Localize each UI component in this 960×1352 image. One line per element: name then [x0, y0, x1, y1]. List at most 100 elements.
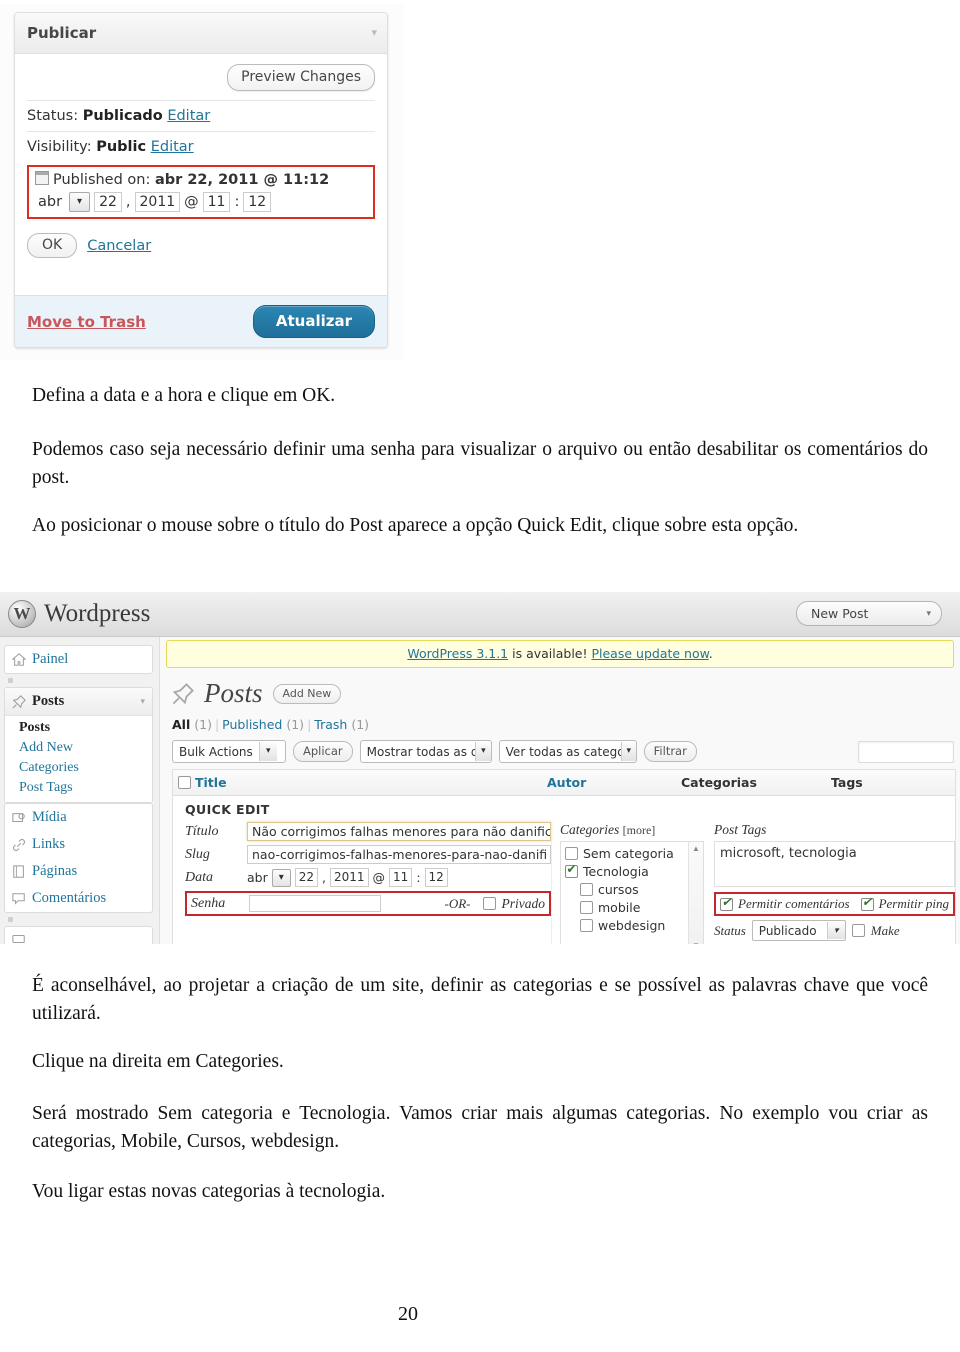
category-filter-select[interactable]: Ver todas as categoria ▾ — [498, 740, 637, 763]
preview-changes-button[interactable]: Preview Changes — [227, 63, 375, 91]
qe-date-year-input[interactable]: 2011 — [330, 868, 369, 887]
qe-date-month-select[interactable]: ▾ — [271, 868, 291, 887]
select-all-checkbox[interactable] — [173, 774, 195, 792]
category-item[interactable]: mobile — [580, 900, 687, 915]
private-checkbox[interactable] — [482, 897, 496, 910]
category-checkbox[interactable] — [580, 883, 593, 896]
column-header-tags[interactable]: Tags — [831, 775, 863, 790]
sticky-checkbox[interactable] — [851, 924, 865, 937]
password-input[interactable] — [249, 895, 381, 912]
quick-edit-columns: Título Não corrigimos falhas menores par… — [173, 822, 955, 944]
visibility-edit-link[interactable]: Editar — [151, 139, 194, 155]
date-field-label: Data — [185, 869, 213, 885]
filter-published-label[interactable]: Published — [222, 717, 282, 732]
date-filter-select[interactable]: Mostrar todas as da ▾ — [359, 740, 492, 763]
date-field-group: abr ▾ 22 , 2011 @ 11 : 12 — [247, 868, 448, 887]
sidebar-item-partial[interactable] — [4, 926, 153, 944]
quick-edit-left-column: Título Não corrigimos falhas menores par… — [173, 822, 551, 944]
qe-date-minute-input[interactable]: 12 — [424, 868, 448, 887]
categories-more-link[interactable]: [more] — [623, 823, 656, 837]
category-checkbox[interactable] — [565, 862, 578, 878]
paragraph-1: Defina a data e a hora e clique em OK. — [32, 385, 336, 406]
qe-date-hour-input[interactable]: 11 — [389, 868, 413, 887]
date-at-symbol: @ — [184, 194, 199, 210]
qe-date-day-input[interactable]: 22 — [294, 868, 319, 887]
date-month-select[interactable]: ▾ — [69, 192, 91, 212]
status-select[interactable]: Publicado ▾ — [751, 920, 846, 941]
comments-pings-highlight: Permitir comentários Permitir ping — [714, 892, 955, 916]
categories-label-wrap: Categories [more] — [560, 822, 704, 838]
date-hour-input[interactable]: 11 — [202, 192, 231, 212]
column-header-categorias[interactable]: Categorias — [681, 775, 831, 790]
submenu-item-posts[interactable]: Posts — [5, 718, 152, 738]
category-checkbox[interactable] — [580, 919, 593, 932]
submenu-item-add-new[interactable]: Add New — [5, 738, 152, 758]
submenu-item-categories[interactable]: Categories — [5, 758, 152, 778]
date-minute-input[interactable]: 12 — [243, 192, 272, 212]
password-field-label: Senha — [191, 895, 226, 911]
chevron-down-icon[interactable]: ▾ — [371, 13, 377, 53]
date-day-input[interactable]: 22 — [94, 192, 122, 212]
move-to-trash-link[interactable]: Move to Trash — [27, 313, 146, 331]
paragraph-6: Será mostrado Sem categoria e Tecnologia… — [32, 1103, 928, 1152]
category-item[interactable]: cursos — [580, 882, 687, 897]
wordpress-logo-text: Wordpress — [44, 600, 151, 627]
filter-button[interactable]: Filtrar — [643, 741, 697, 762]
field-row-date: Data abr ▾ 22 , 2011 @ 11: 12 — [185, 868, 551, 887]
status-edit-link[interactable]: Editar — [167, 108, 210, 124]
status-value: Publicado — [758, 923, 817, 938]
apply-button[interactable]: Aplicar — [293, 741, 353, 762]
quick-edit-categories-column: Categories [more] Sem categoria ✔ Tecnol… — [551, 822, 704, 944]
chevron-down-icon: ▾ — [258, 742, 277, 761]
sidebar-collapse-handle-2[interactable] — [8, 917, 13, 922]
private-label: Privado — [501, 895, 546, 911]
quick-edit-tags-column: Post Tags microsoft, tecnologia Permitir… — [704, 822, 955, 944]
filter-trash-label[interactable]: Trash — [314, 717, 347, 732]
sidebar-item-painel[interactable]: Painel — [4, 645, 153, 674]
sidebar-item-paginas[interactable]: Páginas — [5, 858, 152, 885]
category-checkbox[interactable] — [565, 847, 578, 860]
appearance-icon — [12, 934, 25, 944]
sidebar-collapse-handle[interactable] — [8, 678, 13, 683]
category-item[interactable]: Tecnologia — [565, 862, 687, 879]
category-label: cursos — [598, 882, 639, 897]
column-header-title[interactable]: Title — [195, 775, 547, 790]
slug-input[interactable]: nao-corrigimos-falhas-menores-para-nao-d… — [247, 845, 551, 864]
update-button[interactable]: Atualizar — [252, 305, 375, 338]
calendar-icon — [35, 171, 49, 185]
sidebar-item-comentarios[interactable]: Comentários — [5, 885, 152, 912]
wp-main: Painel Posts ▾ Posts Add New Categories … — [0, 637, 960, 944]
wordpress-logo-icon: W — [8, 600, 36, 628]
sidebar-item-links[interactable]: Links — [5, 831, 152, 858]
scroll-up-icon[interactable]: ▲ — [689, 842, 703, 855]
submenu-item-post-tags[interactable]: Post Tags — [5, 778, 152, 798]
add-new-button[interactable]: Add New — [272, 683, 342, 704]
allow-comments-checkbox[interactable] — [720, 895, 733, 911]
search-input[interactable] — [858, 741, 954, 763]
category-item[interactable]: Sem categoria — [565, 846, 687, 861]
sidebar-item-midia[interactable]: Mídia — [5, 804, 152, 831]
post-tags-input[interactable]: microsoft, tecnologia — [714, 841, 955, 887]
table-header-row: Title Autor Categorias Tags — [173, 770, 955, 796]
wp-content: WordPress 3.1.1 is available! Please upd… — [160, 637, 960, 944]
wordpress-version-link[interactable]: WordPress 3.1.1 — [407, 646, 508, 661]
scroll-down-icon[interactable]: ▼ — [689, 939, 703, 944]
update-now-link[interactable]: Please update now — [591, 646, 708, 661]
allow-pings-checkbox[interactable] — [860, 895, 874, 911]
date-year-input[interactable]: 2011 — [134, 192, 181, 212]
field-row-title: Título Não corrigimos falhas menores par… — [185, 822, 551, 841]
title-input[interactable]: Não corrigimos falhas menores para não d… — [247, 822, 551, 841]
cancel-link[interactable]: Cancelar — [87, 238, 151, 254]
posts-submenu: Posts Add New Categories Post Tags — [5, 715, 152, 802]
sidebar-item-posts[interactable]: Posts ▾ Posts Add New Categories Post Ta… — [4, 687, 153, 803]
new-post-button[interactable]: New Post ▾ — [796, 601, 942, 626]
category-checkbox[interactable] — [580, 901, 593, 914]
category-item[interactable]: webdesign — [580, 918, 687, 933]
bulk-actions-label: Bulk Actions — [179, 744, 253, 759]
column-header-autor[interactable]: Autor — [547, 775, 681, 790]
filter-all-label[interactable]: All — [172, 717, 190, 732]
categories-scrollbar[interactable]: ▲ ▼ — [688, 842, 703, 944]
sticky-label: Make — [870, 922, 900, 938]
ok-button[interactable]: OK — [27, 233, 78, 258]
bulk-actions-select[interactable]: Bulk Actions ▾ — [172, 740, 286, 763]
